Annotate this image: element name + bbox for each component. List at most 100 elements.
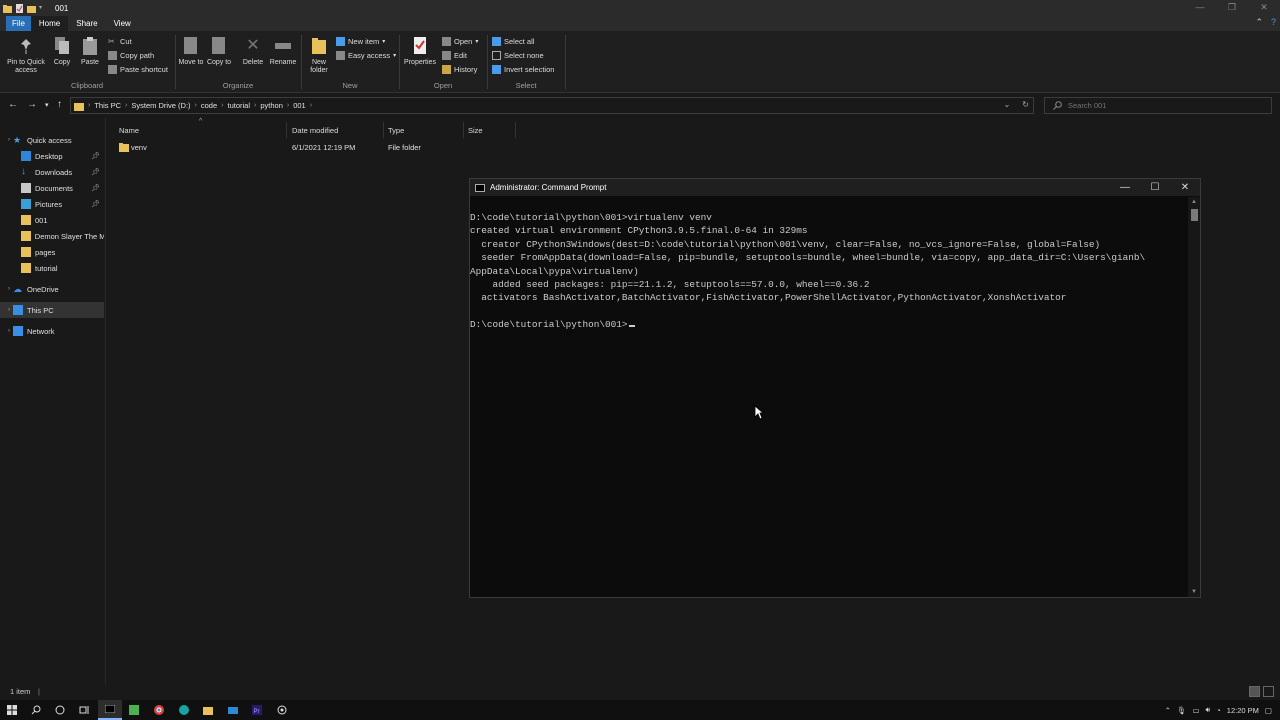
console-output[interactable]: D:\code\tutorial\python\001>virtualenv v… <box>470 211 1188 591</box>
tab-view[interactable]: View <box>106 16 139 31</box>
cmd-maximize-button[interactable]: ☐ <box>1140 179 1170 196</box>
history-button[interactable]: History <box>442 65 477 74</box>
sidebar-item-pictures[interactable]: Pictures 📌︎ <box>0 196 104 212</box>
cut-button[interactable]: ✂ Cut <box>108 37 132 46</box>
search-input[interactable] <box>1068 101 1258 110</box>
copy-button[interactable]: Copy <box>50 35 74 67</box>
breadcrumb-001[interactable]: 001 <box>289 101 310 110</box>
chevron-up-icon[interactable]: ⌃ <box>1255 17 1263 28</box>
sidebar-item-this-pc[interactable]: › This PC <box>0 302 104 318</box>
sidebar-item-network[interactable]: › Network <box>0 323 104 339</box>
expand-chevron-icon[interactable]: › <box>8 307 10 313</box>
command-prompt-window[interactable]: Administrator: Command Prompt — ☐ ✕ D:\c… <box>469 178 1201 598</box>
maximize-button[interactable]: ❐ <box>1216 0 1248 14</box>
search-box[interactable] <box>1044 97 1272 114</box>
details-view-icon[interactable] <box>1249 686 1260 697</box>
refresh-icon[interactable]: ↻ <box>1022 100 1029 109</box>
sidebar-item-quick-access[interactable]: › ★ Quick access <box>0 132 104 148</box>
breadcrumb-tutorial[interactable]: tutorial <box>223 101 254 110</box>
copy-to-button[interactable]: Copy to <box>206 35 232 67</box>
back-arrow-icon[interactable]: ← <box>8 99 18 110</box>
address-bar[interactable]: › This PC › System Drive (D:) › code › t… <box>70 97 1034 114</box>
cortana-button[interactable] <box>48 700 72 720</box>
properties-icon[interactable] <box>15 3 24 13</box>
sidebar-item-pages[interactable]: pages <box>0 244 104 260</box>
column-header-date-modified[interactable]: Date modified <box>288 122 384 138</box>
sidebar-item-demon-slayer[interactable]: Demon Slayer The M <box>0 228 104 244</box>
cmd-close-button[interactable]: ✕ <box>1170 179 1200 196</box>
new-folder-icon[interactable] <box>27 4 36 13</box>
console-scrollbar[interactable]: ▲ ▼ <box>1188 197 1200 597</box>
chevron-down-icon[interactable]: ▾ <box>39 4 45 13</box>
chevron-up-icon[interactable]: ⌃ <box>1165 706 1171 715</box>
microphone-icon[interactable]: 🎙︎ <box>1177 706 1187 715</box>
taskbar-premiere[interactable]: Pr <box>245 700 269 720</box>
scroll-up-arrow-icon[interactable]: ▲ <box>1191 199 1197 205</box>
taskbar-command-prompt[interactable] <box>98 700 122 720</box>
table-row[interactable]: venv 6/1/2021 12:19 PM File folder <box>115 141 515 155</box>
clock[interactable]: 12:20 PM <box>1227 706 1259 715</box>
network-icon[interactable]: ▭ <box>1192 706 1199 715</box>
search-taskbar-button[interactable] <box>24 700 48 720</box>
command-prompt-title-bar[interactable]: Administrator: Command Prompt — ☐ ✕ <box>470 179 1200 196</box>
select-all-button[interactable]: Select all <box>492 37 534 46</box>
sidebar-item-downloads[interactable]: ↓ Downloads 📌︎ <box>0 164 104 180</box>
expand-chevron-icon[interactable]: › <box>8 328 10 334</box>
column-header-type[interactable]: Type <box>384 122 464 138</box>
volume-icon[interactable]: 🔊︎ <box>1206 705 1211 715</box>
large-icons-view-icon[interactable] <box>1263 686 1274 697</box>
chevron-down-icon[interactable]: ⌄ <box>1004 100 1011 109</box>
expand-chevron-icon[interactable]: › <box>8 286 10 292</box>
taskbar-chrome[interactable] <box>147 700 171 720</box>
new-folder-button[interactable]: New folder <box>304 35 334 75</box>
up-arrow-icon[interactable]: ↑ <box>57 99 62 110</box>
sidebar-item-001[interactable]: 001 <box>0 212 104 228</box>
cmd-minimize-button[interactable]: — <box>1110 179 1140 196</box>
tab-file[interactable]: File <box>6 16 31 31</box>
easy-access-button[interactable]: Easy access ▾ <box>336 51 396 60</box>
properties-button[interactable]: Properties <box>402 35 438 67</box>
paste-shortcut-button[interactable]: Paste shortcut <box>108 65 168 74</box>
taskbar-app-green[interactable] <box>122 700 146 720</box>
pin-to-quick-access-button[interactable]: Pin to Quick access <box>4 35 48 75</box>
breadcrumb-this-pc[interactable]: This PC <box>90 101 125 110</box>
sidebar-item-documents[interactable]: Documents 📌︎ <box>0 180 104 196</box>
rename-button[interactable]: Rename <box>268 35 298 67</box>
sidebar-item-onedrive[interactable]: › ☁ OneDrive <box>0 281 104 297</box>
notification-icon[interactable]: ▢ <box>1265 706 1272 715</box>
tab-home[interactable]: Home <box>30 16 69 31</box>
copy-path-button[interactable]: Copy path <box>108 51 154 60</box>
scroll-down-arrow-icon[interactable]: ▼ <box>1191 589 1197 595</box>
move-to-button[interactable]: Move to <box>178 35 204 67</box>
edit-button[interactable]: Edit <box>442 51 467 60</box>
column-header-name[interactable]: Name <box>115 122 287 138</box>
breadcrumb-python[interactable]: python <box>256 101 287 110</box>
sidebar-item-desktop[interactable]: Desktop 📌︎ <box>0 148 104 164</box>
wifi-icon[interactable]: ◔ <box>1216 706 1221 715</box>
select-none-button[interactable]: Select none <box>492 51 544 60</box>
taskbar-mail[interactable] <box>221 700 245 720</box>
taskbar-edge[interactable] <box>172 700 196 720</box>
start-button[interactable] <box>0 700 24 720</box>
paste-button[interactable]: Paste <box>78 35 102 67</box>
scroll-thumb[interactable] <box>1191 209 1198 221</box>
taskbar-file-explorer[interactable] <box>196 700 220 720</box>
breadcrumb-code[interactable]: code <box>197 101 221 110</box>
taskbar-settings[interactable] <box>270 700 294 720</box>
invert-selection-button[interactable]: Invert selection <box>492 65 554 74</box>
new-item-button[interactable]: New item ▾ <box>336 37 385 46</box>
sidebar-item-tutorial[interactable]: tutorial <box>0 260 104 276</box>
delete-button[interactable]: ✕ Delete <box>240 35 266 67</box>
expand-chevron-icon[interactable]: › <box>8 137 10 143</box>
recent-locations-chevron-icon[interactable]: ▾ <box>45 101 49 109</box>
tab-share[interactable]: Share <box>68 16 105 31</box>
help-icon[interactable]: ? <box>1271 17 1276 28</box>
minimize-button[interactable]: — <box>1184 0 1216 14</box>
task-view-button[interactable] <box>72 700 96 720</box>
breadcrumb-system-drive[interactable]: System Drive (D:) <box>127 101 194 110</box>
forward-arrow-icon[interactable]: → <box>27 99 37 110</box>
close-button[interactable]: ✕ <box>1248 0 1280 14</box>
column-header-size[interactable]: Size <box>464 122 516 138</box>
open-button[interactable]: Open ▾ <box>442 37 478 46</box>
copy-path-icon <box>108 51 117 60</box>
